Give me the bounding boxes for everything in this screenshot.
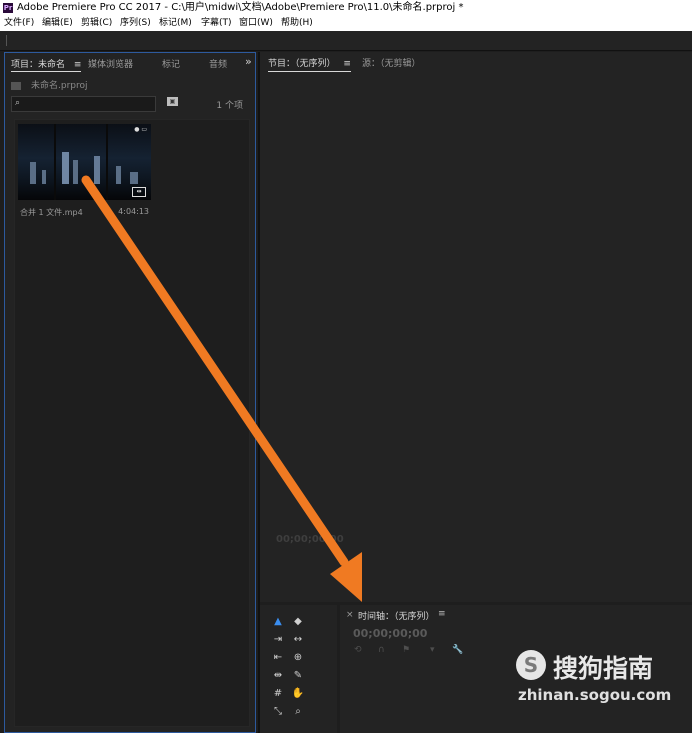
clip-type-icon: ⇹ — [132, 187, 146, 197]
nest-icon[interactable]: ⟲ — [354, 645, 362, 655]
premiere-app-icon: Pr — [3, 3, 13, 13]
tab-program-label: 节目：（无序列） — [268, 59, 336, 69]
tab-project[interactable]: 项目：未命名 ≡ — [11, 57, 82, 72]
menu-clip[interactable]: 剪辑(C) — [81, 16, 112, 31]
selection-tool-icon[interactable]: ▲ — [271, 615, 285, 628]
menu-file[interactable]: 文件(F) — [4, 16, 34, 31]
workspace-grip[interactable] — [6, 35, 7, 46]
project-file-row: 未命名.prproj — [11, 78, 88, 91]
menu-icon[interactable]: ≡ — [74, 60, 82, 70]
new-bin-icon[interactable]: ▣ — [167, 97, 178, 106]
item-count: 1 个项 — [216, 101, 243, 111]
pen-icon[interactable]: ✎ — [291, 669, 305, 682]
timeline-title[interactable]: 时间轴：（无序列） — [358, 609, 435, 622]
workspace-bar — [0, 31, 692, 51]
menu-icon[interactable]: ≡ — [438, 609, 446, 619]
menu-marker[interactable]: 标记(M) — [159, 16, 192, 31]
rate-stretch-icon[interactable]: ⇤ — [271, 651, 285, 664]
tab-audio[interactable]: 音频 — [209, 57, 227, 70]
window-title: Adobe Premiere Pro CC 2017 - C:\用户\midwi… — [17, 2, 464, 13]
project-icon-view: ● ▭ ⇹ 合并 1 文件.mp4 4:04:13 — [14, 119, 250, 727]
project-file-icon — [11, 81, 21, 90]
title-bar: Pr Adobe Premiere Pro CC 2017 - C:\用户\mi… — [0, 0, 692, 16]
program-monitor: 节目：（无序列） ≡ 源：（无剪辑） 00;00;00;00 — [260, 52, 692, 602]
tab-markers[interactable]: 标记 — [162, 57, 180, 70]
clip-item[interactable]: ● ▭ ⇹ 合并 1 文件.mp4 4:04:13 — [18, 124, 151, 220]
menu-window[interactable]: 窗口(W) — [239, 16, 273, 31]
ripple-edit-icon[interactable]: ⇥ — [271, 633, 285, 646]
tab-program[interactable]: 节目：（无序列） ≡ — [268, 56, 351, 72]
watermark-text: 搜狗指南 — [553, 654, 654, 683]
search-icon: ⌕ — [15, 98, 21, 108]
menu-sequence[interactable]: 序列(S) — [120, 16, 151, 31]
linked-selection-icon[interactable]: ⚑ — [402, 645, 410, 655]
razor-icon[interactable]: ⊕ — [291, 651, 305, 664]
clip-name: 合并 1 文件.mp4 — [20, 208, 83, 217]
zoom-icon-alt[interactable]: ⤡ — [271, 705, 285, 718]
tools-panel: ▲ ◆ ⇥ ↔ ⇤ ⊕ ⇹ ✎ # ✋ ⤡ ⌕ — [260, 605, 337, 733]
track-select-icon[interactable]: ◆ — [291, 615, 305, 628]
tab-media-browser[interactable]: 媒体浏览器 — [88, 57, 133, 70]
program-timecode: 00;00;00;00 — [276, 534, 344, 545]
sogou-logo-icon: S — [516, 650, 546, 680]
watermark-url: zhinan.sogou.com — [518, 686, 672, 704]
clip-badge-icon: ● ▭ — [134, 126, 147, 133]
project-file-name: 未命名.prproj — [31, 81, 88, 91]
tab-project-label: 项目：未命名 — [11, 60, 66, 70]
rolling-edit-icon[interactable]: ↔ — [291, 633, 305, 646]
clip-thumbnail[interactable]: ● ▭ ⇹ — [18, 124, 151, 200]
project-panel-tabs: 项目：未命名 ≡ 媒体浏览器 标记 音频 » — [5, 53, 255, 72]
add-marker-icon[interactable]: ▾ — [430, 645, 435, 655]
project-panel: 项目：未命名 ≡ 媒体浏览器 标记 音频 » 未命名.prproj ⌕ ▣ 1 … — [4, 52, 256, 733]
menu-help[interactable]: 帮助(H) — [281, 16, 313, 31]
zoom-icon[interactable]: ⌕ — [291, 705, 305, 718]
hand-icon[interactable]: ✋ — [291, 687, 305, 700]
panel-overflow-icon[interactable]: » — [245, 55, 252, 68]
search-input[interactable]: ⌕ — [11, 96, 156, 112]
tab-source[interactable]: 源：（无剪辑） — [362, 56, 421, 69]
slide-icon[interactable]: # — [271, 687, 285, 700]
menu-bar: 文件(F) 编辑(E) 剪辑(C) 序列(S) 标记(M) 字幕(T) 窗口(W… — [0, 16, 692, 31]
snap-icon[interactable]: ∩ — [378, 645, 385, 655]
menu-icon[interactable]: ≡ — [343, 59, 351, 69]
wrench-icon[interactable]: 🔧 — [452, 645, 463, 655]
clip-duration: 4:04:13 — [118, 207, 149, 216]
menu-title[interactable]: 字幕(T) — [201, 16, 232, 31]
close-icon[interactable]: × — [346, 610, 354, 620]
sogou-watermark: S 搜狗指南 zhinan.sogou.com — [516, 650, 686, 710]
slip-icon[interactable]: ⇹ — [271, 669, 285, 682]
menu-edit[interactable]: 编辑(E) — [42, 16, 73, 31]
timeline-timecode[interactable]: 00;00;00;00 — [353, 627, 427, 640]
